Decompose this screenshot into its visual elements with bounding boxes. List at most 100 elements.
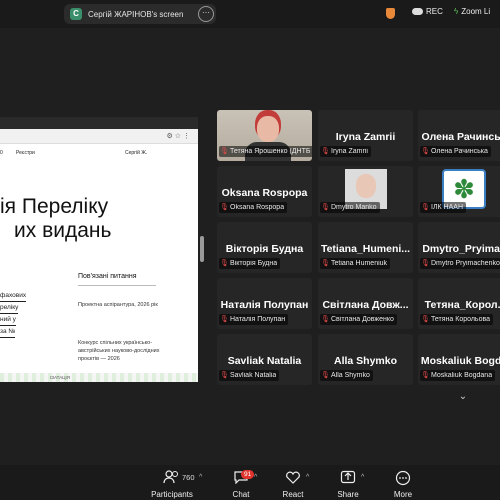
heart-icon <box>286 471 300 484</box>
participant-display-name: Світлана Довж... <box>322 299 409 311</box>
browser-titlebar <box>0 117 198 129</box>
participant-display-name: Alla Shymko <box>333 355 398 367</box>
shared-screen[interactable]: ⚙ ☆ ⋮ 0 Реєстри Сергій Ж. ія Переліку их… <box>0 117 198 382</box>
participant-display-name: Tetiana_Humeni... <box>320 243 411 255</box>
participant-display-name: Moskaliuk Bogd... <box>420 355 500 367</box>
chat-label: Chat <box>232 490 250 499</box>
screen-share-tab[interactable]: C Сергій ЖАРІНОВ's screen <box>64 4 216 24</box>
mic-muted-icon: 🎙 <box>421 315 430 323</box>
live-indicator[interactable]: ϟ Zoom Li <box>454 7 490 16</box>
heading-line1: ія Переліку <box>0 195 109 218</box>
mic-muted-icon: 🎙 <box>321 315 330 323</box>
face-shape <box>356 174 376 198</box>
mic-muted-icon: 🎙 <box>321 371 330 379</box>
participant-tile[interactable]: Savliak Natalia 🎙 Savliak Natalia <box>217 334 312 385</box>
mic-muted-icon: 🎙 <box>421 203 430 211</box>
site-nav: 0 Реєстри Сергій Ж. <box>0 147 198 159</box>
participant-tile[interactable]: 🎙 Тетяна Ярошенко (ДНТБ ... <box>217 110 312 161</box>
participant-name: Тетяна Ярошенко (ДНТБ ... <box>230 148 311 155</box>
mic-muted-icon: 🎙 <box>421 147 430 155</box>
left-link-line: ний у <box>0 314 16 326</box>
record-indicator[interactable]: REC <box>412 7 443 16</box>
participant-name: Moskaliuk Bogdana <box>431 372 493 379</box>
participant-name-label: 🎙 Світлана Довженко <box>320 314 397 325</box>
more-icon <box>395 470 411 486</box>
chevron-down-icon[interactable]: ⌄ <box>452 391 474 405</box>
signal-icon: ϟ <box>454 7 459 16</box>
mic-muted-icon: 🎙 <box>220 203 229 211</box>
share-icon <box>340 470 356 484</box>
participant-name-label: 🎙 Наталія Полупан <box>219 314 289 325</box>
participant-name-label: 🎙 Вікторія Будна <box>219 258 281 269</box>
nav-item: 0 <box>0 150 3 156</box>
participant-name: Tetiana Humeniuk <box>331 260 388 267</box>
participant-tile[interactable]: 🎙 Dmytro Manko <box>318 166 413 217</box>
participant-name: Вікторія Будна <box>230 260 278 267</box>
share-label: Share <box>337 490 359 499</box>
screen-tab-title: Сергій ЖАРІНОВ's screen <box>88 9 184 19</box>
rec-label: REC <box>426 7 443 16</box>
left-link-block: фахових реліку ний у за № <box>0 290 60 338</box>
participant-name: Savliak Natalia <box>230 372 277 379</box>
heading-line2: их видань <box>14 219 112 242</box>
participant-name: Тетяна Корольова <box>431 316 491 323</box>
participant-name: Dmytro Manko <box>331 204 377 211</box>
footer-text: ІЗАТАЦІЯ <box>50 375 71 380</box>
participant-tile[interactable]: Oksana Rospopa 🎙 Oksana Rospopa <box>217 166 312 217</box>
related-title: Пов'язані питання <box>78 273 137 280</box>
chat-caret-icon[interactable]: ^ <box>254 474 257 481</box>
more-options-icon[interactable]: ⋯ <box>198 6 214 22</box>
react-button[interactable]: React <box>266 467 320 499</box>
top-bar: C Сергій ЖАРІНОВ's screen ⋯ REC ϟ Zoom Li <box>0 0 500 28</box>
participant-tile[interactable]: Iryna Zamrii 🎙 Iryna Zamrii <box>318 110 413 161</box>
participants-caret-icon[interactable]: ^ <box>199 474 202 481</box>
participant-tile[interactable]: Moskaliuk Bogd... 🎙Moskaliuk Bogdana <box>418 334 500 385</box>
participant-name-label: 🎙 Олена Рачинська <box>420 146 491 157</box>
participant-name-label: 🎙 Тетяна Ярошенко (ДНТБ ... <box>219 146 312 157</box>
participant-name: ІЛК НААН <box>431 204 464 211</box>
nav-user: Сергій Ж. <box>125 150 148 156</box>
participant-display-name: Олена Рачинсь... <box>421 131 500 143</box>
share-caret-icon[interactable]: ^ <box>361 474 364 481</box>
participant-name-label: 🎙 Dmytro Manko <box>320 202 380 213</box>
browser-toolbar: ⚙ ☆ ⋮ <box>0 129 198 144</box>
page-heading: ія Переліку их видань <box>0 195 111 243</box>
participant-display-name: Тетяна_Корол... <box>424 299 500 311</box>
mic-muted-icon: 🎙 <box>421 371 430 379</box>
participant-tile[interactable]: Олена Рачинсь... 🎙Олена Рачинська <box>418 110 500 161</box>
participant-name-label: 🎙 Oksana Rospopa <box>219 202 288 213</box>
more-button[interactable]: More <box>376 467 430 499</box>
left-link-line: реліку <box>0 302 19 314</box>
left-link-line: за № <box>0 326 16 338</box>
nav-registers: Реєстри <box>16 150 35 156</box>
participant-name-label: 🎙 Moskaliuk Bogdana <box>420 370 496 381</box>
participant-display-name: Наталія Полупан <box>220 299 309 311</box>
mic-muted-icon: 🎙 <box>220 259 229 267</box>
participant-tile[interactable]: Вікторія Будна 🎙 Вікторія Будна <box>217 222 312 273</box>
participant-name: Світлана Довженко <box>331 316 394 323</box>
participant-name-label: 🎙 Dmytro Pryimachenko <box>420 258 500 269</box>
mic-muted-icon: 🎙 <box>321 259 330 267</box>
participant-tile[interactable]: Tetiana_Humeni... 🎙 Tetiana Humeniuk <box>318 222 413 273</box>
mic-muted-icon: 🎙 <box>421 259 430 267</box>
more-label: More <box>393 490 413 499</box>
related-item: Проектна аспірантура, 2026 рік <box>78 302 158 308</box>
participant-tile[interactable]: Тетяна_Корол... 🎙 Тетяна Корольова <box>418 278 500 329</box>
participant-tile[interactable]: Alla Shymko 🎙 Alla Shymko <box>318 334 413 385</box>
share-button[interactable]: Share <box>321 467 375 499</box>
react-label: React <box>282 490 304 499</box>
participants-button[interactable]: Participants <box>145 467 199 499</box>
react-caret-icon[interactable]: ^ <box>306 474 309 481</box>
participant-display-name: Iryna Zamrii <box>335 131 396 143</box>
shield-icon[interactable] <box>386 8 395 19</box>
participant-tile[interactable]: Наталія Полупан 🎙 Наталія Полупан <box>217 278 312 329</box>
splitter-handle[interactable] <box>200 236 204 262</box>
browser-menu-icon: ⚙ ☆ ⋮ <box>166 133 190 140</box>
participant-tile[interactable]: ✽ 🎙 ІЛК НААН <box>418 166 500 217</box>
participant-name: Наталія Полупан <box>230 316 286 323</box>
mic-muted-icon: 🎙 <box>321 203 330 211</box>
participant-tile[interactable]: Dmytro_Pryima... 🎙Dmytro Pryimachenko <box>418 222 500 273</box>
participant-name: Dmytro Pryimachenko <box>431 260 500 267</box>
participant-tile[interactable]: Світлана Довж... 🎙 Світлана Довженко <box>318 278 413 329</box>
participant-name: Олена Рачинська <box>431 148 488 155</box>
